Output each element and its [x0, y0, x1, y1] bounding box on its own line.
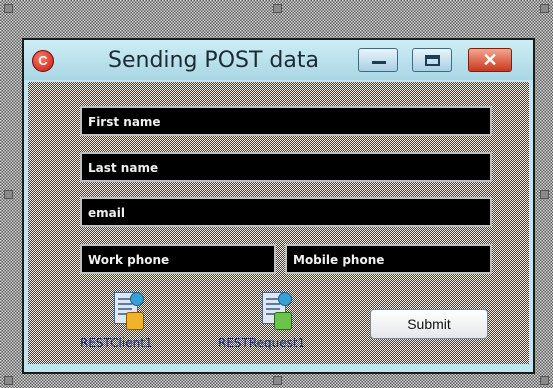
resize-handle-left[interactable] — [4, 190, 13, 199]
work-phone-field[interactable]: Work phone — [80, 244, 276, 274]
title-bar[interactable]: C Sending POST data ✕ — [24, 40, 533, 80]
form-window: C Sending POST data ✕ First name Last na… — [22, 38, 535, 374]
resize-handle-top[interactable] — [273, 4, 282, 13]
minimize-icon — [372, 61, 386, 64]
close-button[interactable]: ✕ — [468, 48, 512, 72]
resize-handle-top-right[interactable] — [540, 4, 549, 13]
maximize-icon — [425, 55, 440, 66]
resize-handle-right[interactable] — [540, 190, 549, 199]
last-name-field[interactable]: Last name — [80, 152, 492, 182]
resize-handle-bottom-right[interactable] — [540, 376, 549, 385]
rest-client-label: RESTClient1 — [80, 336, 153, 350]
rest-request-label: RESTRequest1 — [218, 336, 306, 350]
window-title: Sending POST data — [108, 48, 319, 73]
resize-handle-bottom-left[interactable] — [4, 376, 13, 385]
rest-request-icon[interactable] — [256, 288, 296, 332]
first-name-field[interactable]: First name — [80, 106, 492, 136]
resize-handle-bottom[interactable] — [273, 376, 282, 385]
minimize-button[interactable] — [358, 48, 398, 72]
resize-handle-top-left[interactable] — [4, 4, 13, 13]
email-field[interactable]: email — [80, 197, 492, 227]
app-icon[interactable]: C — [32, 50, 54, 72]
mobile-phone-field[interactable]: Mobile phone — [285, 244, 492, 274]
close-icon: ✕ — [482, 50, 498, 70]
maximize-button[interactable] — [412, 48, 452, 72]
rest-client-icon[interactable] — [108, 288, 148, 332]
submit-button[interactable]: Submit — [370, 309, 488, 339]
